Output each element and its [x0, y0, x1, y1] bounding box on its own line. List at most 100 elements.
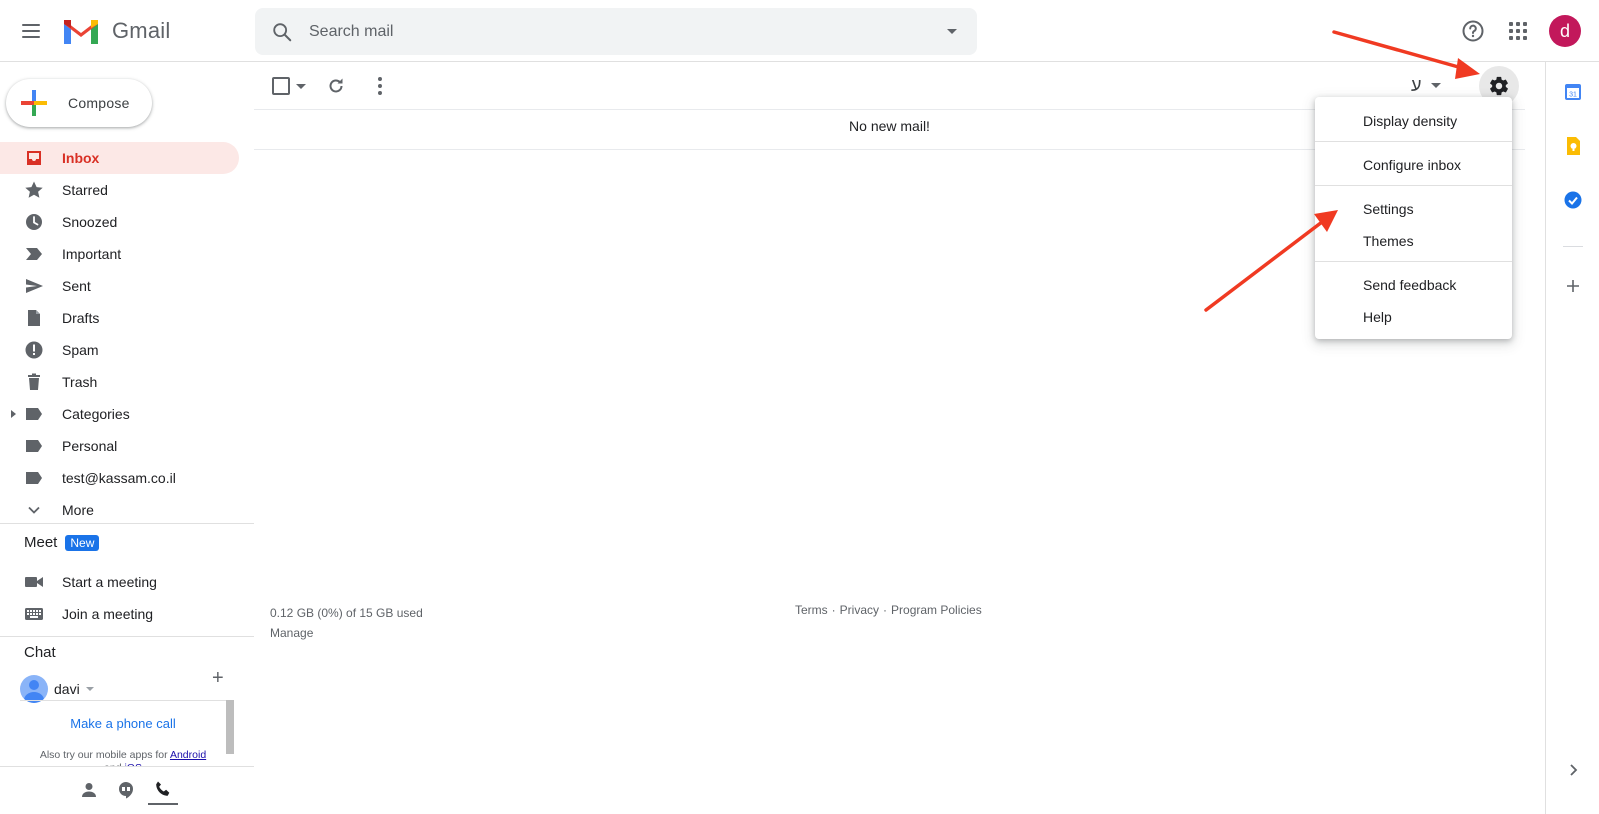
plus-icon [1567, 280, 1579, 292]
label-list: Inbox Starred Snoozed Important Sent Dra… [0, 142, 254, 526]
menu-item-help[interactable]: Help [1315, 301, 1512, 333]
sidebar-item-drafts[interactable]: Drafts [0, 302, 254, 334]
phone-icon [156, 781, 170, 796]
sidebar-item-label: Spam [62, 342, 99, 358]
main-menu-button[interactable] [16, 16, 46, 46]
settings-dropdown-menu: Display density Configure inbox Settings… [1315, 97, 1512, 339]
manage-storage-link[interactable]: Manage [270, 623, 423, 643]
new-badge: New [65, 534, 100, 551]
input-tools-button[interactable]: ע [1411, 75, 1442, 96]
user-avatar-icon [20, 675, 48, 703]
keep-app-button[interactable] [1559, 132, 1587, 160]
sidebar-item-important[interactable]: Important [0, 238, 254, 270]
draft-icon [24, 308, 44, 328]
chat-scrollbar[interactable] [226, 700, 234, 754]
sidebar-item-snoozed[interactable]: Snoozed [0, 206, 254, 238]
calendar-app-button[interactable]: 31 [1559, 78, 1587, 106]
caret-down-icon [947, 29, 957, 34]
google-apps-button[interactable] [1503, 16, 1533, 46]
person-icon [82, 783, 96, 797]
storage-usage-text: 0.12 GB (0%) of 15 GB used [270, 606, 423, 620]
menu-separator [1315, 261, 1512, 262]
show-side-panel-button[interactable] [1559, 756, 1587, 784]
sidebar-item-starred[interactable]: Starred [0, 174, 254, 206]
sidebar-item-personal[interactable]: Personal [0, 430, 254, 462]
menu-item-display-density[interactable]: Display density [1315, 105, 1512, 137]
section-divider [0, 636, 254, 637]
left-sidebar: Compose Inbox Starred Snoozed Important [0, 62, 254, 814]
spam-icon [24, 340, 44, 360]
select-options-caret-icon[interactable] [296, 84, 306, 89]
apps-dot [1523, 22, 1527, 26]
contacts-tab-button[interactable] [74, 775, 104, 805]
tasks-app-button[interactable] [1559, 186, 1587, 214]
support-button[interactable] [1458, 16, 1488, 46]
menu-separator [1315, 185, 1512, 186]
caret-down-icon [85, 687, 94, 691]
join-meeting-label: Join a meeting [62, 606, 154, 622]
side-panel: 31 [1545, 62, 1599, 814]
compose-button[interactable]: Compose [6, 79, 152, 127]
compose-label: Compose [68, 95, 130, 111]
meet-title-text: Meet [24, 534, 58, 551]
phone-panel: Make a phone call Also try our mobile ap… [20, 700, 232, 774]
search-button[interactable] [255, 8, 309, 55]
android-link[interactable]: Android [170, 749, 206, 761]
chat-bottom-bar [0, 766, 254, 814]
menu-separator [1315, 141, 1512, 142]
footer-links: Terms · Privacy · Program Policies [795, 603, 982, 617]
apps-dot [1509, 22, 1513, 26]
start-meeting-button[interactable]: Start a meeting [0, 566, 254, 598]
sidebar-item-more[interactable]: More [0, 494, 254, 526]
sidebar-item-trash[interactable]: Trash [0, 366, 254, 398]
important-icon [24, 244, 44, 264]
side-panel-divider [1563, 246, 1583, 247]
chat-section-title: Chat [24, 644, 56, 661]
sidebar-item-sent[interactable]: Sent [0, 270, 254, 302]
terms-link[interactable]: Terms [795, 603, 828, 617]
more-dot-icon [378, 77, 382, 81]
sidebar-item-label: Personal [62, 438, 118, 454]
sidebar-item-label: More [62, 502, 94, 518]
hangouts-tab-button[interactable] [111, 775, 141, 805]
tasks-icon [1564, 191, 1582, 209]
clock-icon [24, 212, 44, 232]
label-icon [24, 468, 44, 488]
sidebar-item-test-label[interactable]: test@kassam.co.il [0, 462, 254, 494]
join-meeting-button[interactable]: Join a meeting [0, 598, 254, 630]
search-bar [255, 8, 977, 55]
privacy-link[interactable]: Privacy [840, 603, 879, 617]
more-options-button[interactable] [368, 74, 392, 98]
sidebar-item-categories[interactable]: Categories [0, 398, 254, 430]
make-phone-call-link[interactable]: Make a phone call [20, 716, 226, 731]
hamburger-line [22, 24, 40, 26]
search-options-button[interactable] [927, 8, 977, 55]
new-chat-button[interactable]: + [212, 668, 224, 688]
refresh-button[interactable] [324, 74, 348, 98]
mobile-apps-text: Also try our mobile apps for [39, 749, 168, 761]
program-policies-link[interactable]: Program Policies [891, 603, 982, 617]
select-all-checkbox[interactable] [272, 77, 290, 95]
apps-dot [1523, 29, 1527, 33]
search-input[interactable] [309, 11, 927, 52]
expand-arrow-icon[interactable] [11, 410, 16, 418]
sidebar-item-label: Snoozed [62, 214, 118, 230]
sidebar-item-inbox[interactable]: Inbox [0, 142, 239, 174]
start-meeting-label: Start a meeting [62, 574, 157, 590]
menu-item-configure-inbox[interactable]: Configure inbox [1315, 149, 1512, 181]
menu-item-settings[interactable]: Settings [1315, 193, 1512, 225]
trash-icon [24, 372, 44, 392]
label-icon [24, 436, 44, 456]
gmail-logo[interactable]: Gmail [62, 16, 170, 46]
phone-tab-button[interactable] [148, 775, 178, 805]
chevron-right-icon [1570, 764, 1578, 776]
apps-dot [1523, 36, 1527, 40]
account-avatar[interactable]: d [1549, 15, 1581, 47]
storage-info: 0.12 GB (0%) of 15 GB used Manage [270, 603, 423, 643]
sidebar-item-spam[interactable]: Spam [0, 334, 254, 366]
get-addons-button[interactable] [1559, 272, 1587, 300]
menu-item-send-feedback[interactable]: Send feedback [1315, 269, 1512, 301]
menu-item-themes[interactable]: Themes [1315, 225, 1512, 257]
refresh-icon [329, 78, 343, 93]
apps-dot [1516, 22, 1520, 26]
